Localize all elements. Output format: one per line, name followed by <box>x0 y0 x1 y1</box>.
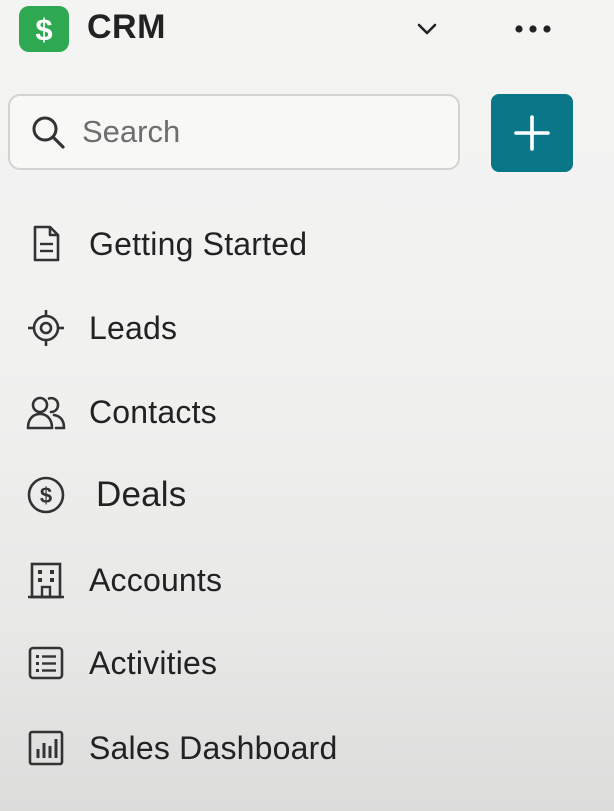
nav-label: Accounts <box>89 561 223 598</box>
nav-label: Sales Dashboard <box>89 729 338 766</box>
nav-item-getting-started[interactable]: Getting Started <box>0 202 614 286</box>
svg-text:$: $ <box>40 483 52 508</box>
nav-item-deals[interactable]: $ Deals <box>0 453 614 537</box>
nav-item-accounts[interactable]: Accounts <box>0 538 614 622</box>
nav-label: Activities <box>89 644 218 681</box>
nav-item-contacts[interactable]: Contacts <box>0 370 614 454</box>
nav-item-leads[interactable]: Leads <box>0 286 614 370</box>
list-icon <box>24 641 68 685</box>
add-button[interactable] <box>491 94 573 172</box>
plus-icon <box>514 115 550 151</box>
more-options-button[interactable] <box>511 10 555 48</box>
app-title[interactable]: CRM <box>87 6 166 48</box>
crm-logo-icon[interactable]: $ <box>19 6 69 52</box>
target-icon <box>24 306 68 350</box>
search-box[interactable] <box>8 94 460 170</box>
more-horizontal-icon <box>515 25 551 33</box>
logo-dollar-symbol: $ <box>35 11 53 47</box>
nav-item-activities[interactable]: Activities <box>0 621 614 705</box>
nav-label: Leads <box>89 309 178 346</box>
building-icon <box>24 558 68 602</box>
dollar-circle-icon: $ <box>24 473 68 517</box>
search-icon <box>32 116 65 149</box>
nav-label: Deals <box>96 475 187 514</box>
nav-label: Getting Started <box>89 225 308 262</box>
nav-label: Contacts <box>89 393 217 430</box>
nav-item-sales-dashboard[interactable]: Sales Dashboard <box>0 706 614 790</box>
sidebar-header: $ CRM <box>0 0 614 58</box>
chevron-down-icon <box>417 23 437 35</box>
search-input[interactable] <box>82 114 432 150</box>
workspace-dropdown-button[interactable] <box>405 10 449 48</box>
users-icon <box>24 390 68 434</box>
document-icon <box>24 222 68 266</box>
bar-chart-icon <box>24 726 68 770</box>
